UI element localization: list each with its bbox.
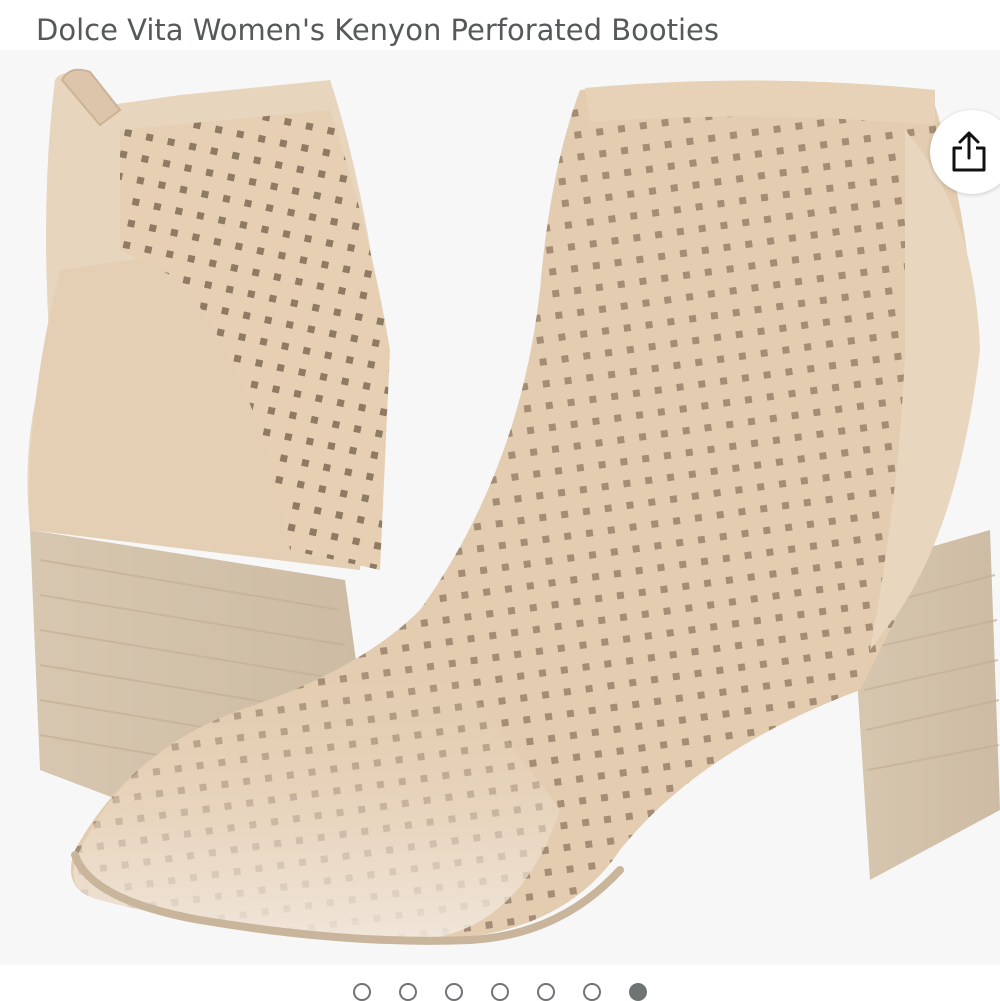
- pagination-dot-active[interactable]: [629, 983, 647, 1001]
- pagination-dot[interactable]: [583, 983, 601, 1001]
- image-pagination: [0, 978, 1000, 1001]
- pagination-dot[interactable]: [445, 983, 463, 1001]
- share-icon: [952, 131, 986, 172]
- pagination-dot[interactable]: [399, 983, 417, 1001]
- pagination-dot[interactable]: [537, 983, 555, 1001]
- pagination-dot[interactable]: [491, 983, 509, 1001]
- product-image[interactable]: [0, 50, 1000, 965]
- boots-illustration: [27, 68, 1000, 945]
- pagination-dot[interactable]: [353, 983, 371, 1001]
- product-title: Dolce Vita Women's Kenyon Perforated Boo…: [36, 13, 720, 47]
